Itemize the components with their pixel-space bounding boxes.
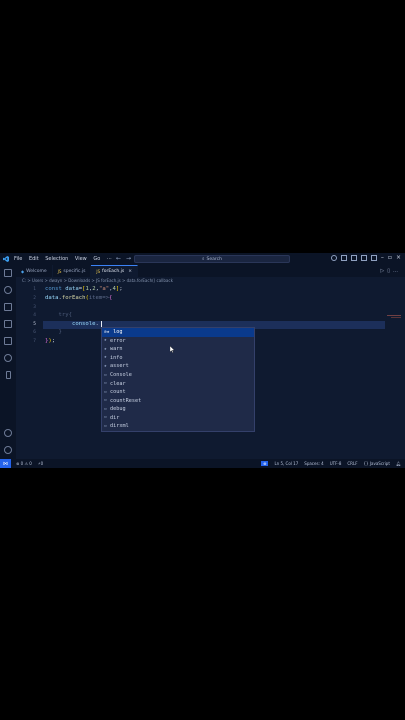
autocomplete-suggestions: ⊙★ log ★ error ★ warn ★ info ★ assert ▫ Conso…: [101, 327, 255, 432]
search-icon: ⌕: [202, 257, 205, 262]
menu-bar: File Edit Selection View Go ···: [14, 256, 117, 262]
command-search-box[interactable]: ⌕ Search: [134, 255, 290, 263]
line-number: 2: [33, 296, 36, 301]
toggle-sidebar-icon[interactable]: [340, 255, 347, 261]
line-ending[interactable]: CRLF: [347, 461, 357, 466]
testing-icon[interactable]: [5, 371, 11, 379]
suggestion-item[interactable]: ▫ dir: [102, 413, 254, 422]
menu-edit[interactable]: Edit: [29, 256, 39, 262]
line-number: 5: [33, 322, 36, 327]
menu-file[interactable]: File: [14, 256, 22, 262]
restore-button[interactable]: ▫: [388, 255, 392, 261]
activity-bar: [0, 265, 16, 460]
search-icon[interactable]: [4, 286, 12, 294]
layout-controls: – ▫ ×: [330, 255, 401, 261]
status-right: ⊕ Ln 5, Col 17 Spaces: 4 UTF-8 CRLF {} J…: [261, 461, 401, 466]
forward-arrow-icon[interactable]: →: [126, 255, 131, 262]
suggestion-item[interactable]: ▫ debug: [102, 405, 254, 414]
close-tab-icon[interactable]: ×: [128, 269, 132, 274]
close-window-button[interactable]: ×: [396, 255, 401, 261]
line-number: 6: [33, 330, 36, 335]
editor-actions: ▷▯…: [380, 268, 401, 274]
line-number: 4: [33, 313, 36, 318]
suggestion-item[interactable]: ★ error: [102, 337, 254, 346]
js-file-icon: JS: [57, 268, 62, 274]
encoding[interactable]: UTF-8: [330, 461, 342, 466]
customize-layout-icon[interactable]: [370, 255, 377, 261]
menu-go[interactable]: Go: [93, 256, 100, 262]
suggestion-item[interactable]: ▫ clear: [102, 379, 254, 388]
run-debug-icon[interactable]: [4, 320, 12, 328]
indentation[interactable]: Spaces: 4: [304, 461, 323, 466]
vscode-window: File Edit Selection View Go ··· ← → ⌕ Se…: [0, 253, 405, 468]
code-line-7: });: [45, 338, 56, 344]
remote-explorer-icon[interactable]: [4, 354, 12, 362]
suggestion-item[interactable]: ▫ countReset: [102, 396, 254, 405]
nav-arrows: ← →: [116, 255, 131, 262]
notifications-bell-icon[interactable]: 🔔︎: [396, 461, 401, 466]
line-number: 1: [33, 287, 36, 292]
code-line-2: data.forEach(item=>{: [45, 295, 113, 301]
menu-view[interactable]: View: [75, 256, 87, 262]
language-mode[interactable]: {} JavaScript: [364, 461, 390, 466]
ports-indicator[interactable]: ⚡0: [38, 461, 43, 466]
editor-tabs: ◆ Welcome JS specific.js JS forEach.js ×…: [16, 265, 405, 277]
copilot-icon[interactable]: [330, 255, 337, 261]
js-file-icon: JS: [96, 269, 101, 274]
minimap: [387, 315, 401, 318]
back-arrow-icon[interactable]: ←: [116, 255, 121, 262]
menu-selection[interactable]: Selection: [45, 256, 68, 262]
mouse-pointer-icon: [170, 346, 175, 353]
manage-gear-icon[interactable]: [4, 446, 12, 454]
breadcrumb[interactable]: C: > Users > dwayn > Downloads > JS forE…: [22, 278, 173, 283]
star-method-icon: ⊙★: [104, 329, 110, 335]
suggestion-item[interactable]: ★ info: [102, 354, 254, 363]
vscode-icon: ◆: [21, 268, 25, 274]
tab-label: specific.js: [63, 268, 86, 274]
title-bar: File Edit Selection View Go ··· ← → ⌕ Se…: [0, 253, 405, 265]
tab-foreach-js[interactable]: JS forEach.js ×: [91, 265, 139, 277]
suggestion-item[interactable]: ★ assert: [102, 362, 254, 371]
suggestion-item[interactable]: ⊙★ log: [102, 328, 254, 337]
suggestion-item[interactable]: ▫ count: [102, 388, 254, 397]
search-label: Search: [206, 256, 222, 262]
cursor-position[interactable]: Ln 5, Col 17: [274, 461, 298, 466]
remote-indicator-icon[interactable]: ⋈: [0, 459, 11, 468]
status-left: ⊗ 0 ⚠ 0 ⚡0: [16, 461, 43, 466]
explorer-icon[interactable]: [4, 269, 12, 277]
more-actions-icon[interactable]: …: [393, 268, 401, 274]
line-number: 7: [33, 339, 36, 344]
tab-specific-js[interactable]: JS specific.js: [53, 265, 92, 277]
code-line-6: }: [58, 329, 62, 335]
code-line-4: try{: [58, 312, 72, 318]
suggestion-item[interactable]: ★ warn: [102, 345, 254, 354]
toggle-secondary-sidebar-icon[interactable]: [360, 255, 367, 261]
accounts-icon[interactable]: [4, 429, 12, 437]
suggestion-item[interactable]: ▫ Console: [102, 371, 254, 380]
vscode-logo-icon: [3, 256, 9, 262]
zoom-indicator-icon[interactable]: ⊕: [261, 461, 269, 466]
tab-label: forEach.js: [102, 269, 125, 274]
suggestion-item[interactable]: ▫ dirxml: [102, 422, 254, 431]
source-control-icon[interactable]: [4, 303, 12, 311]
line-number: 3: [33, 305, 36, 310]
code-line-5: console.: [71, 321, 99, 327]
menu-more[interactable]: ···: [107, 256, 112, 262]
extensions-icon[interactable]: [4, 337, 12, 345]
status-bar: ⋈ ⊗ 0 ⚠ 0 ⚡0 ⊕ Ln 5, Col 17 Spaces: 4 UT…: [0, 459, 405, 468]
code-line-1: const data=[1,2,"a",4];: [45, 286, 123, 292]
problems-indicator[interactable]: ⊗ 0 ⚠ 0: [16, 461, 32, 466]
minimize-button[interactable]: –: [381, 255, 384, 261]
tab-welcome[interactable]: ◆ Welcome: [16, 265, 53, 277]
tab-label: Welcome: [26, 268, 47, 274]
toggle-panel-icon[interactable]: [350, 255, 357, 261]
